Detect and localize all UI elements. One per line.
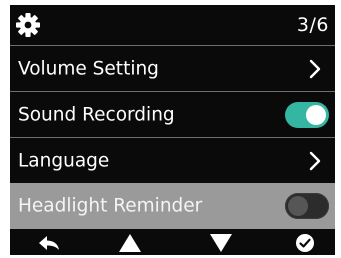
chevron-right-icon	[309, 151, 321, 170]
confirm-button[interactable]	[292, 233, 318, 253]
menu-item-label: Sound Recording	[18, 104, 175, 125]
up-button[interactable]	[117, 233, 143, 253]
footer-nav	[10, 231, 335, 255]
menu-item-sound-recording[interactable]: Sound Recording	[10, 91, 335, 137]
headlight-reminder-toggle[interactable]	[285, 193, 329, 219]
gear-icon	[16, 13, 40, 37]
chevron-right-icon	[309, 59, 321, 78]
menu-item-label: Headlight Reminder	[18, 195, 203, 217]
sound-recording-toggle[interactable]	[285, 101, 329, 128]
down-button[interactable]	[208, 233, 234, 253]
page-indicator: 3/6	[296, 14, 329, 36]
menu-item-label: Language	[18, 150, 110, 171]
back-arrow-icon	[39, 236, 59, 250]
menu-item-language[interactable]: Language	[10, 137, 335, 183]
device-screen: 3/6 Volume Setting Sound Recording Langu…	[10, 5, 335, 255]
menu-item-label: Volume Setting	[18, 58, 159, 79]
confirm-check-icon	[296, 234, 314, 252]
toggle-knob	[306, 104, 326, 125]
down-triangle-icon	[210, 234, 232, 252]
toggle-knob	[288, 196, 308, 216]
menu-item-volume-setting[interactable]: Volume Setting	[10, 45, 335, 91]
menu-item-headlight-reminder[interactable]: Headlight Reminder	[10, 183, 335, 229]
back-button[interactable]	[36, 233, 62, 253]
header-bar: 3/6	[10, 5, 335, 45]
up-triangle-icon	[119, 234, 141, 252]
